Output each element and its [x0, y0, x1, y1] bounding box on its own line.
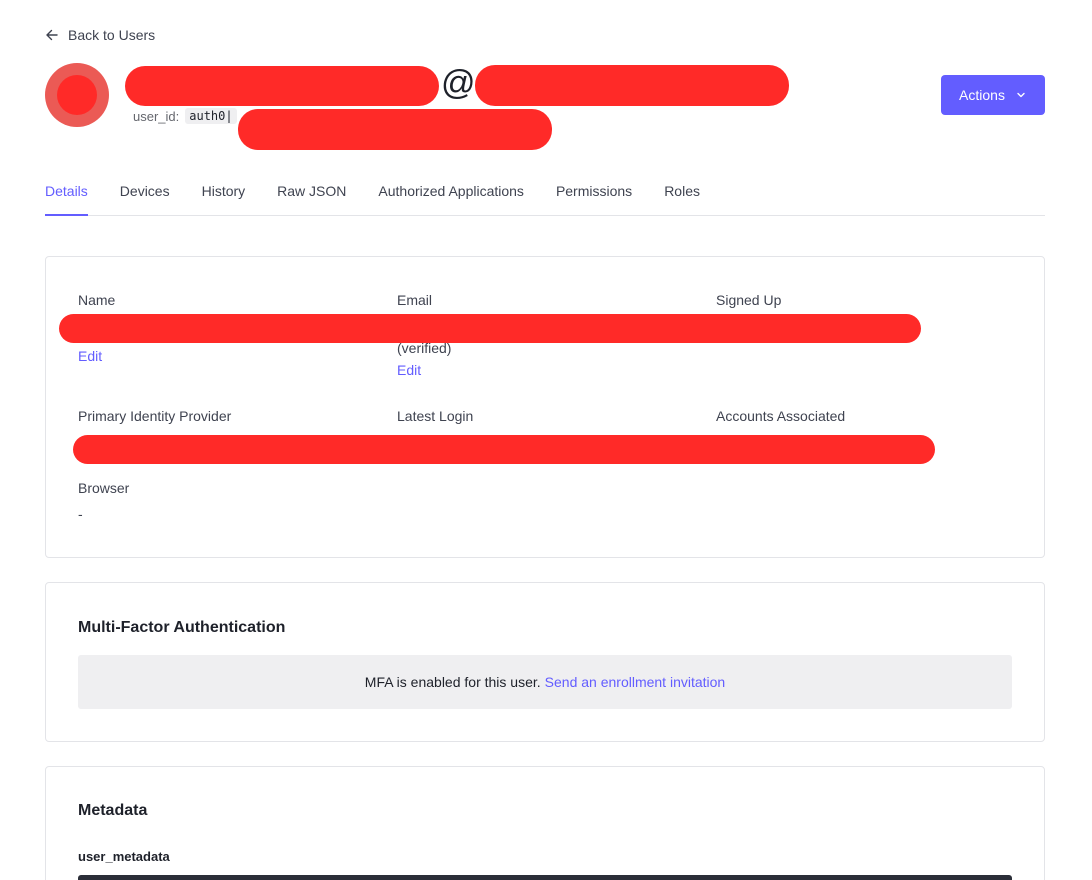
avatar: [45, 63, 109, 127]
redaction-bar: [238, 109, 552, 150]
browser-value: -: [78, 506, 83, 522]
mfa-card: Multi-Factor Authentication MFA is enabl…: [45, 582, 1045, 742]
tab-history[interactable]: History: [202, 172, 246, 216]
back-to-users-link[interactable]: Back to Users: [45, 27, 155, 43]
actions-button[interactable]: Actions: [941, 75, 1045, 115]
redaction-bar: [73, 435, 935, 464]
details-card: Name Email Signed Up Edit (verified) Edi…: [45, 256, 1045, 558]
user-metadata-editor[interactable]: [78, 875, 1012, 880]
name-label: Name: [78, 292, 116, 308]
user-id-label: user_id:: [133, 108, 180, 124]
redaction-bar: [475, 65, 789, 106]
mfa-status-text: MFA is enabled for this user.: [364, 674, 541, 690]
user-id-row: user_id: auth0|: [133, 108, 237, 124]
email-label: Email: [397, 292, 433, 308]
arrow-left-icon: [46, 29, 58, 41]
signed-up-label: Signed Up: [716, 292, 782, 308]
email-verified-text: (verified): [397, 340, 452, 356]
mfa-title: Multi-Factor Authentication: [78, 619, 286, 636]
user-id-value: auth0|: [185, 108, 237, 124]
browser-label: Browser: [78, 480, 130, 496]
tab-permissions[interactable]: Permissions: [556, 172, 632, 216]
user-metadata-label: user_metadata: [78, 849, 170, 864]
tab-authorized-applications[interactable]: Authorized Applications: [378, 172, 524, 216]
redaction-bar: [125, 66, 439, 106]
chevron-down-icon: [1017, 92, 1025, 98]
latest-login-label: Latest Login: [397, 408, 474, 424]
tab-devices[interactable]: Devices: [120, 172, 170, 216]
metadata-title: Metadata: [78, 802, 148, 819]
accounts-associated-label: Accounts Associated: [716, 408, 846, 424]
tab-details[interactable]: Details: [45, 172, 88, 216]
send-enrollment-invitation-link[interactable]: Send an enrollment invitation: [545, 674, 726, 690]
tab-roles[interactable]: Roles: [664, 172, 700, 216]
back-to-users-label: Back to Users: [68, 27, 156, 43]
edit-email-link[interactable]: Edit: [397, 362, 421, 378]
tab-raw-json[interactable]: Raw JSON: [277, 172, 346, 216]
metadata-card: Metadata user_metadata: [45, 766, 1045, 880]
primary-identity-provider-label: Primary Identity Provider: [78, 408, 232, 424]
tab-bar: Details Devices History Raw JSON Authori…: [45, 172, 1045, 216]
redaction-bar: [59, 314, 921, 343]
edit-name-link[interactable]: Edit: [78, 348, 102, 364]
actions-label: Actions: [959, 87, 1005, 103]
mfa-status-banner: MFA is enabled for this user. Send an en…: [78, 655, 1012, 709]
